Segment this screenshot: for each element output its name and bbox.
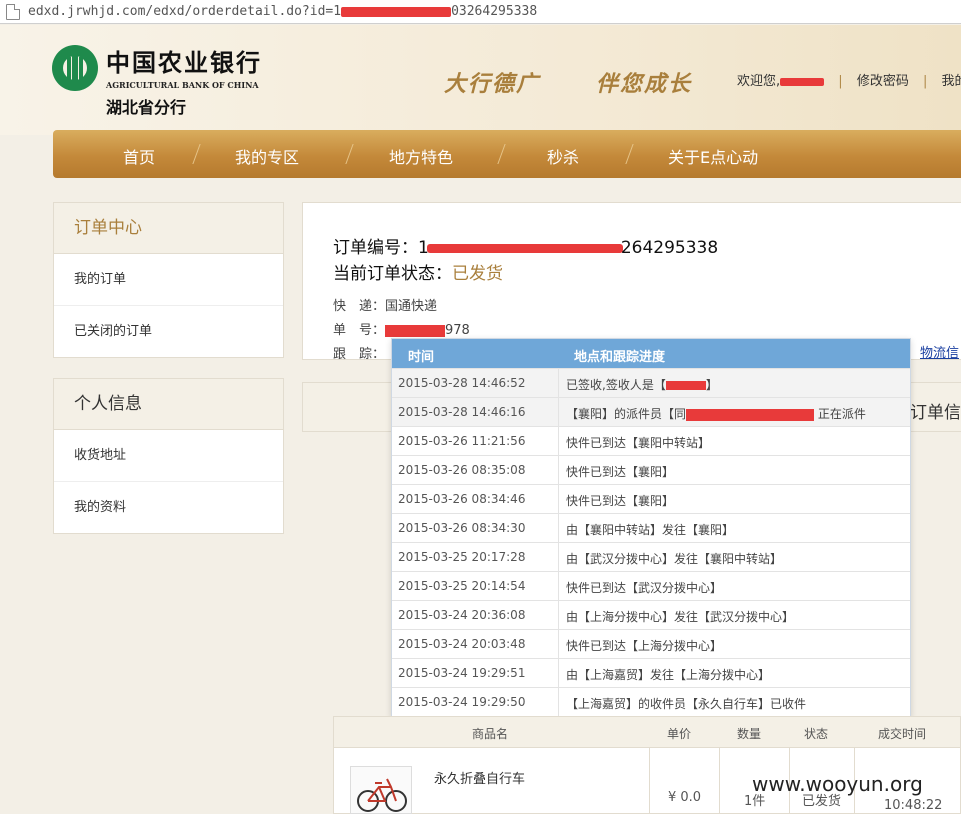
url-text[interactable]: edxd.jrwhjd.com/edxd/orderdetail.do?id=1…	[28, 4, 537, 19]
nav-local-specialty[interactable]: 地方特色	[389, 144, 453, 168]
slogan-1: 大行德广	[444, 71, 541, 97]
redacted-tracking-number	[385, 324, 446, 337]
col-time: 时间	[408, 350, 435, 365]
col-price: 单价	[667, 727, 692, 741]
col-goods-name: 商品名	[472, 727, 509, 741]
page-icon	[6, 3, 20, 20]
col-qty: 数量	[737, 727, 762, 741]
order-info-title: 订单信	[910, 403, 961, 423]
site-header: 中国农业银行 AGRICULTURAL BANK OF CHINA 湖北省分行 …	[0, 25, 961, 135]
nav-flash-sale[interactable]: 秒杀	[547, 144, 579, 168]
status-value: 已发货	[452, 264, 503, 284]
sidebar-item-my-orders[interactable]: 我的订单	[54, 254, 283, 306]
table-row: 2015-03-24 19:29:51 由【上海嘉贸】发往【上海分拨中心】	[392, 658, 910, 687]
tracking-number: 单 号： 978	[333, 323, 470, 338]
nav-home[interactable]: 首页	[123, 144, 155, 168]
col-progress: 地点和跟踪进度	[574, 350, 666, 365]
goods-header: 商品名 单价 数量 状态 成交时间	[334, 717, 960, 748]
redacted-recipient	[665, 381, 706, 390]
order-center-title: 订单中心	[54, 203, 283, 254]
order-center-panel: 订单中心 我的订单 已关闭的订单	[53, 202, 284, 358]
table-row: 2015-03-28 14:46:16 【襄阳】的派件员【同 正在派件	[392, 397, 910, 426]
user-links: 欢迎您, | 修改密码 | 我的	[737, 70, 961, 89]
redacted-username	[780, 77, 825, 86]
table-row: 2015-03-28 14:46:52 已签收,签收人是【】	[392, 368, 910, 397]
tracking-popup: 时间 地点和跟踪进度 2015-03-28 14:46:52 已签收,签收人是【】…	[391, 338, 911, 717]
branch-name: 湖北省分行	[106, 98, 187, 117]
sidebar-item-address[interactable]: 收货地址	[54, 430, 283, 482]
tracking-label: 跟 踪：	[333, 347, 386, 362]
table-row: 2015-03-25 20:14:54 快件已到达【武汉分拨中心】	[392, 571, 910, 600]
change-password-link[interactable]: 修改密码	[857, 74, 909, 89]
product-name[interactable]: 永久折叠自行车	[434, 768, 525, 787]
personal-info-title: 个人信息	[54, 379, 283, 430]
personal-info-panel: 个人信息 收货地址 我的资料	[53, 378, 284, 534]
sidebar-item-my-profile[interactable]: 我的资料	[54, 482, 283, 534]
product-time: 10:48:22	[884, 798, 943, 813]
redacted-url-part	[341, 6, 452, 17]
col-status: 状态	[804, 727, 829, 741]
order-detail-box: 订单编号：1 264295338 当前订单状态：已发货 快 递：国通快递 单 号：…	[302, 202, 961, 362]
welcome-text: 欢迎您,	[737, 74, 781, 89]
product-thumbnail[interactable]	[350, 766, 412, 814]
table-row: 2015-03-26 08:34:30 由【襄阳中转站】发往【襄阳】	[392, 513, 910, 542]
product-price: ¥ 0.0	[668, 790, 702, 805]
table-row: 2015-03-25 20:17:28 由【武汉分拨中心】发往【襄阳中转站】	[392, 542, 910, 571]
nav-about[interactable]: 关于E点心动	[668, 144, 758, 168]
address-bar[interactable]: edxd.jrwhjd.com/edxd/orderdetail.do?id=1…	[0, 0, 961, 24]
watermark: www.wooyun.org	[752, 772, 923, 796]
table-row: 2015-03-26 08:35:08 快件已到达【襄阳】	[392, 455, 910, 484]
bank-name-cn: 中国农业银行	[106, 49, 262, 77]
my-account-link[interactable]: 我的	[942, 74, 961, 89]
table-row: 2015-03-26 08:34:46 快件已到达【襄阳】	[392, 484, 910, 513]
sidebar-item-closed-orders[interactable]: 已关闭的订单	[54, 306, 283, 358]
abc-logo-icon[interactable]	[52, 45, 98, 91]
slogan-2: 伴您成长	[596, 71, 693, 97]
table-row: 2015-03-24 20:36:08 由【上海分拨中心】发往【武汉分拨中心】	[392, 600, 910, 629]
goods-table: 商品名 单价 数量 状态 成交时间 永久折叠自行车 ¥ 0.0 1件 已发货 1…	[333, 716, 961, 814]
order-status: 当前订单状态：已发货	[333, 264, 503, 284]
bank-name-en: AGRICULTURAL BANK OF CHINA	[106, 80, 259, 90]
redacted-order-number	[426, 243, 623, 253]
table-row: 2015-03-24 20:03:48 快件已到达【上海分拨中心】	[392, 629, 910, 658]
express-company: 快 递：国通快递	[333, 299, 438, 314]
table-row: 2015-03-24 19:29:50 【上海嘉贸】的收件员【永久自行车】已收件	[392, 687, 910, 716]
nav-my-zone[interactable]: 我的专区	[235, 144, 299, 168]
col-time: 成交时间	[878, 727, 927, 741]
redacted-courier	[686, 408, 815, 421]
tracking-header: 时间 地点和跟踪进度	[392, 339, 910, 368]
logistics-info-link[interactable]: 物流信	[920, 342, 959, 361]
main-nav: 首页 我的专区 地方特色 秒杀 关于E点心动	[53, 130, 961, 178]
bicycle-icon	[357, 778, 407, 812]
order-number: 订单编号：1 264295338	[333, 238, 719, 258]
table-row: 2015-03-26 11:21:56 快件已到达【襄阳中转站】	[392, 426, 910, 455]
